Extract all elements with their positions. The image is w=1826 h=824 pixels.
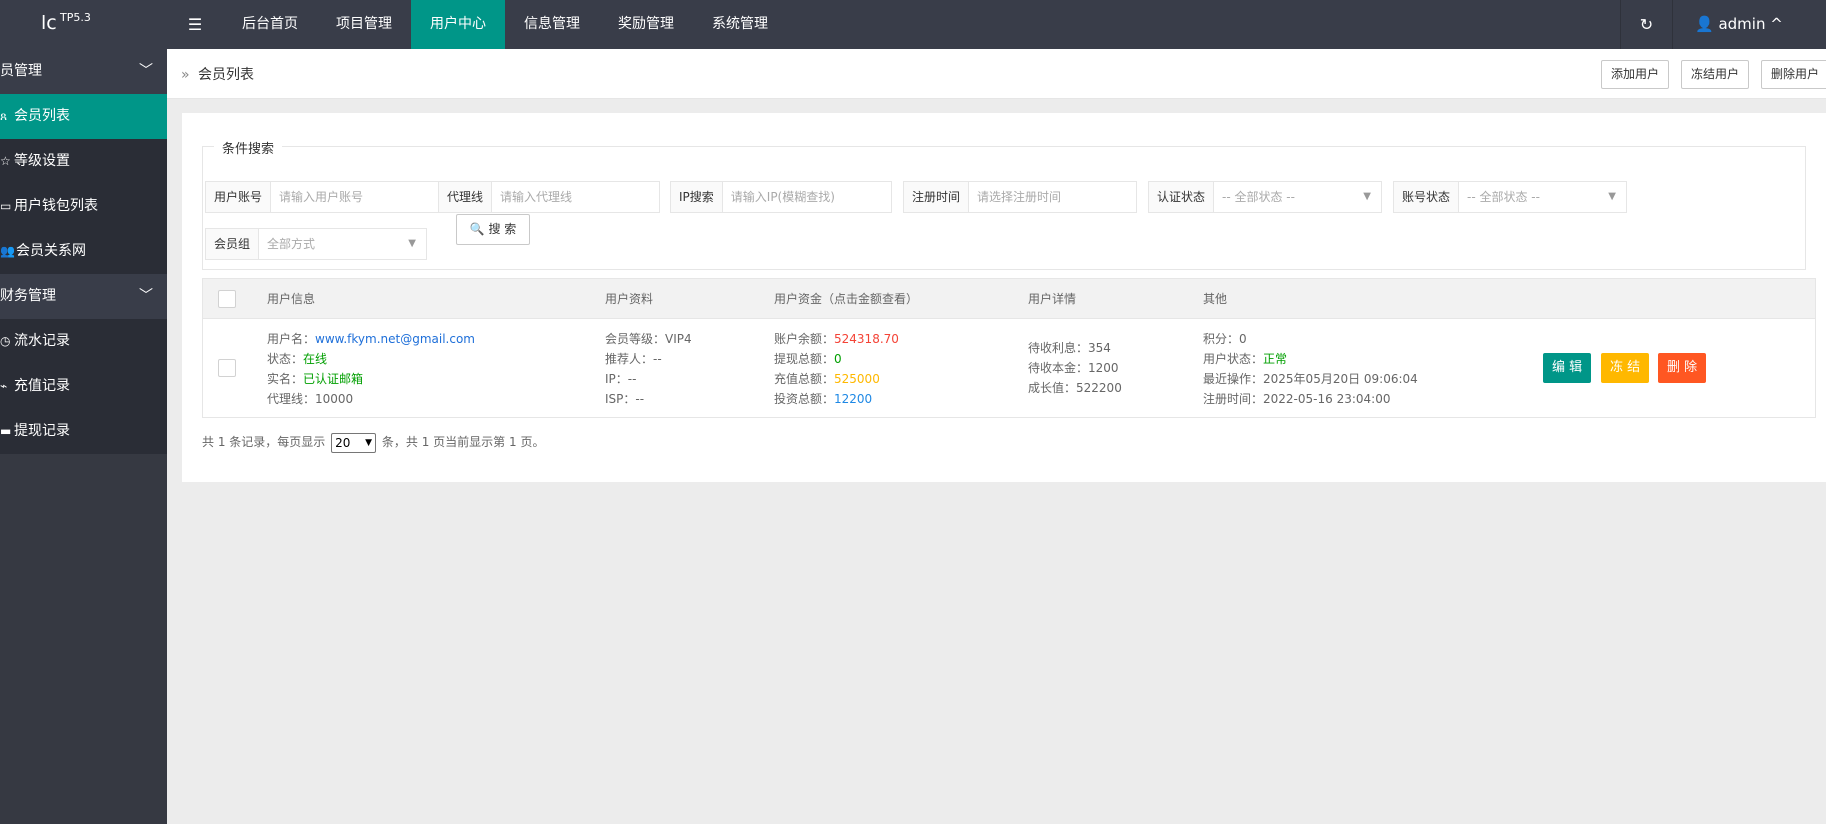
regtime-field: 注册时间 请选择注册时间 bbox=[903, 181, 1137, 213]
dropdown-caret-icon: ▼ bbox=[1608, 191, 1616, 202]
search-legend: 条件搜索 bbox=[214, 138, 283, 157]
nav-item-rewards[interactable]: 奖励管理 bbox=[599, 0, 693, 49]
chevron-down-icon: ▼ bbox=[365, 437, 373, 448]
page-header: » 会员列表 添加用户 冻结用户 删除用户 bbox=[167, 49, 1826, 99]
withdraw-amount[interactable]: 0 bbox=[834, 352, 842, 366]
sidebar-item-member-list[interactable]: ጸ 会员列表 bbox=[0, 94, 167, 139]
users-icon: 👥 bbox=[0, 244, 15, 258]
balance-amount[interactable]: 524318.70 bbox=[834, 332, 899, 346]
username-link[interactable]: www.fkym.net@gmail.com bbox=[315, 332, 475, 346]
auth-status-field: 认证状态 -- 全部状态 -- ▼ bbox=[1148, 181, 1382, 213]
chevron-down-icon: ﹀ bbox=[139, 63, 153, 79]
chevron-down-icon: ﹀ bbox=[139, 288, 153, 304]
sidebar-item-transactions[interactable]: ◷ 流水记录 bbox=[0, 319, 167, 364]
ip-input[interactable]: 请输入IP(模糊查找) bbox=[723, 182, 891, 212]
sidebar: 员管理 ﹀ ጸ 会员列表 ☆ 等级设置 ▭ 用户钱包列表 👥会员关系网 财务管理 ﹀ … bbox=[0, 49, 167, 824]
freeze-user-button[interactable]: 冻结用户 bbox=[1681, 60, 1750, 89]
logo-version: TP5.3 bbox=[60, 11, 91, 24]
double-chevron-icon: » bbox=[181, 67, 190, 83]
search-panel: 条件搜索 用户账号 请输入用户账号 代理线 请输入代理线 IP搜索 请输入IP(… bbox=[202, 138, 1806, 270]
edit-button[interactable]: 编 辑 bbox=[1543, 353, 1592, 383]
user-name: admin bbox=[1718, 15, 1766, 33]
user-icon: ጸ bbox=[0, 109, 8, 123]
nav-item-info[interactable]: 信息管理 bbox=[505, 0, 599, 49]
user-status: 正常 bbox=[1263, 352, 1288, 366]
add-user-button[interactable]: 添加用户 bbox=[1601, 60, 1670, 89]
online-status: 在线 bbox=[303, 352, 328, 366]
regtime-input[interactable]: 请选择注册时间 bbox=[969, 182, 1136, 212]
content-card: 条件搜索 用户账号 请输入用户账号 代理线 请输入代理线 IP搜索 请输入IP(… bbox=[182, 113, 1826, 482]
search-button[interactable]: 🔍 搜 索 bbox=[456, 214, 530, 245]
delete-button[interactable]: 删 除 bbox=[1658, 353, 1707, 383]
sidebar-group-finance[interactable]: 财务管理 ﹀ bbox=[0, 274, 167, 319]
sidebar-item-recharge[interactable]: ⌁ 充值记录 bbox=[0, 364, 167, 409]
freeze-button[interactable]: 冻 结 bbox=[1601, 353, 1650, 383]
refresh-icon[interactable]: ↻ bbox=[1620, 0, 1672, 49]
dropdown-caret-icon: ▼ bbox=[408, 238, 416, 249]
table-header: 用户信息 用户资料 用户资金（点击金额查看） 用户详情 其他 bbox=[203, 279, 1815, 319]
pagination: 共 1 条记录，每页显示 20 ▼ 条，共 1 页当前显示第 1 页。 bbox=[202, 431, 544, 453]
sidebar-item-withdraw[interactable]: ▬ 提现记录 bbox=[0, 409, 167, 454]
top-nav: 后台首页 项目管理 用户中心 信息管理 奖励管理 系统管理 bbox=[223, 0, 787, 49]
clock-icon: ◷ bbox=[0, 334, 11, 348]
sidebar-item-level-settings[interactable]: ☆ 等级设置 bbox=[0, 139, 167, 184]
chevron-up-icon: ^ bbox=[1770, 15, 1783, 33]
star-icon: ☆ bbox=[0, 154, 11, 168]
menu-icon[interactable]: ☰ bbox=[167, 0, 223, 49]
account-input[interactable]: 请输入用户账号 bbox=[271, 182, 438, 212]
account-field: 用户账号 请输入用户账号 bbox=[205, 181, 439, 213]
recharge-amount[interactable]: 525000 bbox=[834, 372, 880, 386]
invest-amount[interactable]: 12200 bbox=[834, 392, 872, 406]
member-group-field: 会员组 全部方式 ▼ bbox=[205, 228, 427, 260]
ip-field: IP搜索 请输入IP(模糊查找) bbox=[670, 181, 892, 213]
card-icon: ▬ bbox=[0, 424, 12, 438]
nav-item-home[interactable]: 后台首页 bbox=[223, 0, 317, 49]
sidebar-filler bbox=[0, 454, 167, 824]
page-size-select[interactable]: 20 ▼ bbox=[331, 432, 377, 453]
wallet-icon: ▭ bbox=[0, 199, 12, 213]
search-icon: 🔍 bbox=[469, 222, 485, 236]
auth-status-select[interactable]: -- 全部状态 -- ▼ bbox=[1214, 182, 1381, 212]
dropdown-caret-icon: ▼ bbox=[1363, 191, 1371, 202]
nav-item-projects[interactable]: 项目管理 bbox=[317, 0, 411, 49]
breadcrumb: » 会员列表 bbox=[181, 64, 254, 84]
row-checkbox[interactable] bbox=[218, 359, 236, 377]
page-title: 会员列表 bbox=[198, 67, 255, 83]
member-group-select[interactable]: 全部方式 ▼ bbox=[259, 229, 426, 259]
top-right: ↻ 👤 admin ^ bbox=[1620, 0, 1826, 49]
agent-field: 代理线 请输入代理线 bbox=[438, 181, 660, 213]
chart-icon: ⌁ bbox=[0, 379, 8, 393]
sidebar-item-relation-network[interactable]: 👥会员关系网 bbox=[0, 229, 167, 274]
nav-item-system[interactable]: 系统管理 bbox=[693, 0, 787, 49]
member-table: 用户信息 用户资料 用户资金（点击金额查看） 用户详情 其他 用户名：www.f… bbox=[202, 278, 1816, 418]
logo: lc TP5.3 bbox=[0, 0, 167, 49]
realname-status: 已认证邮箱 bbox=[303, 372, 364, 386]
delete-user-button[interactable]: 删除用户 bbox=[1761, 60, 1826, 89]
account-status-field: 账号状态 -- 全部状态 -- ▼ bbox=[1393, 181, 1627, 213]
account-status-select[interactable]: -- 全部状态 -- ▼ bbox=[1459, 182, 1626, 212]
sidebar-item-wallet-list[interactable]: ▭ 用户钱包列表 bbox=[0, 184, 167, 229]
select-all-checkbox[interactable] bbox=[218, 290, 236, 308]
nav-item-user-center[interactable]: 用户中心 bbox=[411, 0, 505, 49]
user-menu[interactable]: 👤 admin ^ bbox=[1672, 0, 1826, 49]
user-icon: 👤 bbox=[1695, 15, 1714, 33]
logo-text: lc bbox=[41, 12, 57, 34]
agent-input[interactable]: 请输入代理线 bbox=[492, 182, 659, 212]
sidebar-group-members[interactable]: 员管理 ﹀ bbox=[0, 49, 167, 94]
